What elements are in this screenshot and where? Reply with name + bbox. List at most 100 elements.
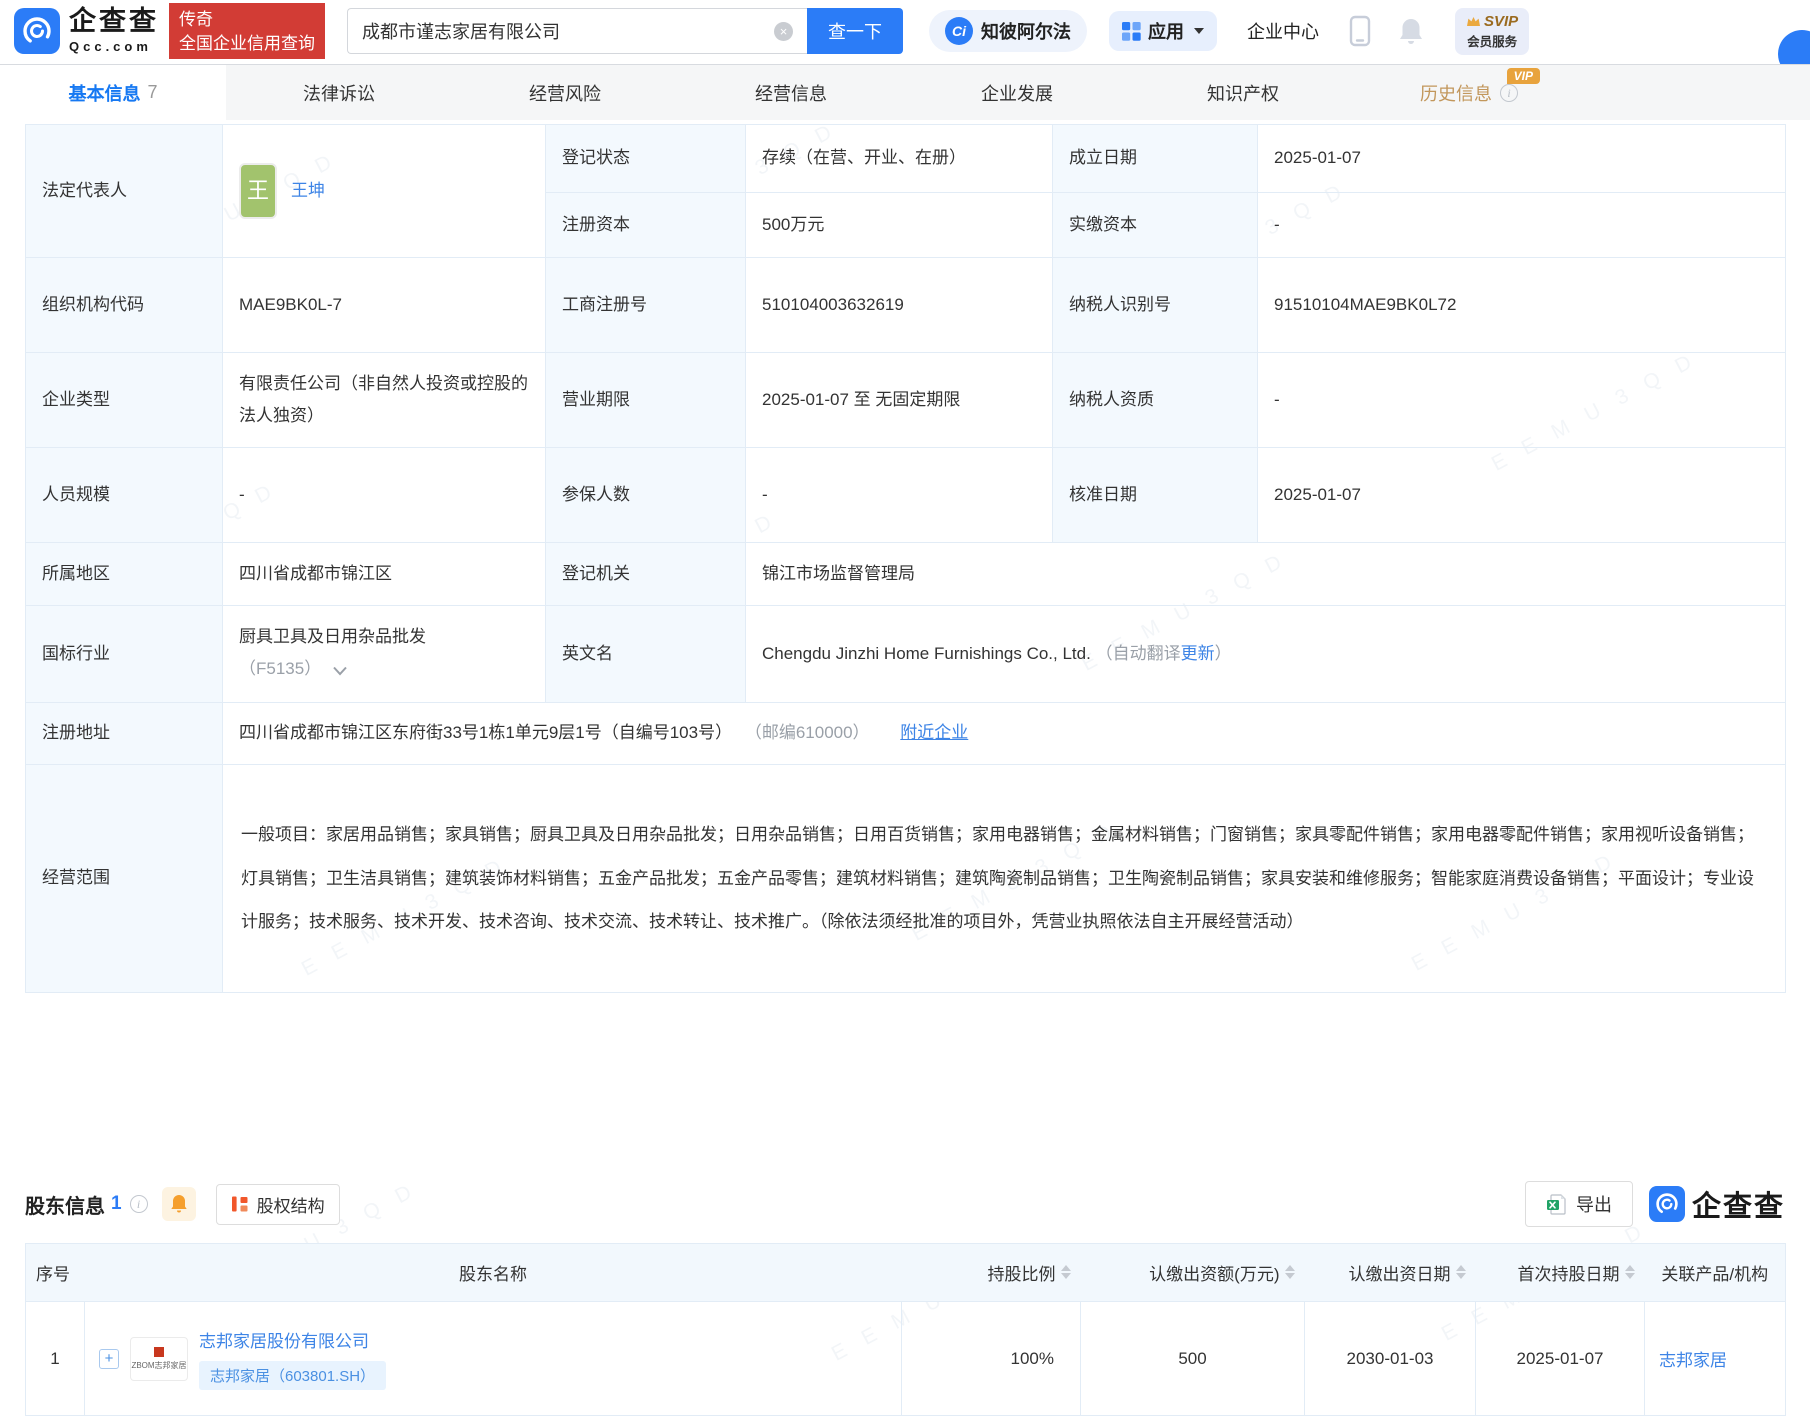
- mobile-app-icon[interactable]: [1349, 15, 1371, 47]
- taxpayer-qual-value: -: [1258, 353, 1786, 448]
- biz-scope-label: 经营范围: [26, 765, 223, 993]
- region-value: 四川省成都市锦江区: [223, 543, 546, 606]
- col-index: 序号: [26, 1244, 85, 1302]
- zbom-logo-mark: [154, 1347, 164, 1357]
- tab-basic-info[interactable]: 基本信息 7: [0, 65, 226, 120]
- est-date-value: 2025-01-07: [1258, 125, 1786, 193]
- tab-legal-litigation[interactable]: 法律诉讼: [226, 65, 452, 120]
- amount-cell: 500: [1081, 1302, 1305, 1416]
- expand-row-button[interactable]: +: [99, 1349, 119, 1369]
- first-hold-date-cell: 2025-01-07: [1476, 1302, 1645, 1416]
- tab-basic-count: 7: [147, 82, 157, 103]
- biz-reg-no-value: 510104003632619: [746, 258, 1053, 353]
- chevron-down-icon: [1194, 28, 1204, 34]
- tab-intellectual-property[interactable]: 知识产权: [1130, 65, 1356, 120]
- equity-structure-button[interactable]: 股权结构: [216, 1184, 340, 1225]
- zhibi-alpha-label: 知彼阿尔法: [981, 18, 1071, 44]
- est-date-label: 成立日期: [1053, 125, 1258, 193]
- reg-status-value: 存续（在营、开业、在册）: [746, 125, 1053, 193]
- vip-badge: VIP: [1507, 68, 1540, 84]
- approval-date-value: 2025-01-07: [1258, 448, 1786, 543]
- org-code-value: MAE9BK0L-7: [223, 258, 546, 353]
- svip-membership-button[interactable]: SVIP 会员服务: [1455, 8, 1529, 55]
- tab-history-info[interactable]: 历史信息 i VIP: [1356, 65, 1582, 120]
- shareholders-info-icon[interactable]: i: [130, 1195, 148, 1213]
- approval-date-label: 核准日期: [1053, 448, 1258, 543]
- zhibi-alpha-icon: Ci: [945, 17, 973, 45]
- svip-sublabel: 会员服务: [1466, 31, 1518, 50]
- biz-scope-value: 一般项目：家居用品销售；家具销售；厨具卫具及日用杂品批发；日用杂品销售；日用百货…: [223, 765, 1786, 993]
- shareholder-name-cell: + ZBOM志邦家居 志邦家居股份有限公司 志邦家居（603801.SH）: [85, 1302, 902, 1416]
- col-related-products: 关联产品/机构: [1645, 1244, 1786, 1302]
- postcode: （邮编610000）: [745, 723, 870, 742]
- subscribe-date-cell: 2030-01-03: [1305, 1302, 1476, 1416]
- biz-reg-no-label: 工商注册号: [546, 258, 746, 353]
- legal-rep-label: 法定代表人: [26, 125, 223, 258]
- sort-icon[interactable]: [1285, 1265, 1295, 1279]
- equity-structure-icon: [231, 1195, 249, 1213]
- english-name-value: Chengdu Jinzhi Home Furnishings Co., Ltd…: [746, 606, 1786, 703]
- legal-rep-avatar[interactable]: 王: [239, 163, 277, 219]
- tab-company-development[interactable]: 企业发展: [904, 65, 1130, 120]
- zhibi-alpha-link[interactable]: Ci 知彼阿尔法: [929, 10, 1087, 52]
- legal-rep-value: 王 王坤: [223, 125, 546, 258]
- search-bar: × 查一下: [347, 8, 903, 54]
- org-code-label: 组织机构代码: [26, 258, 223, 353]
- taxpayer-id-value: 91510104MAE9BK0L72: [1258, 258, 1786, 353]
- industry-label: 国标行业: [26, 606, 223, 703]
- reg-address-label: 注册地址: [26, 703, 223, 765]
- col-subscribe-date[interactable]: 认缴出资日期: [1305, 1244, 1476, 1302]
- brand-domain: Qcc.com: [69, 39, 159, 54]
- shareholder-name-link[interactable]: 志邦家居股份有限公司: [199, 1327, 369, 1352]
- qcc-logo[interactable]: 企查查 Qcc.com: [14, 8, 159, 54]
- reg-authority-label: 登记机关: [546, 543, 746, 606]
- sort-icon[interactable]: [1061, 1265, 1071, 1279]
- enterprise-center-link[interactable]: 企业中心: [1247, 18, 1319, 44]
- related-product-link[interactable]: 志邦家居: [1659, 1351, 1727, 1370]
- sort-icon[interactable]: [1625, 1265, 1635, 1279]
- region-label: 所属地区: [26, 543, 223, 606]
- industry-expand-chevron-icon[interactable]: [332, 655, 348, 687]
- search-button[interactable]: 查一下: [807, 8, 903, 54]
- shareholders-table-header-row: 序号 股东名称 持股比例 认缴出资额(万元) 认缴出资日期 首次持股日期 关联产…: [26, 1244, 1786, 1302]
- clear-search-icon[interactable]: ×: [774, 22, 793, 41]
- qcc-logo-icon: [14, 8, 60, 54]
- shareholders-title: 股东信息: [25, 1190, 105, 1219]
- shareholders-table: 序号 股东名称 持股比例 认缴出资额(万元) 认缴出资日期 首次持股日期 关联产…: [25, 1243, 1786, 1416]
- tab-operation-info[interactable]: 经营信息: [678, 65, 904, 120]
- export-button[interactable]: 导出: [1525, 1181, 1633, 1227]
- top-bar: 企查查 Qcc.com 传奇 全国企业信用查询 × 查一下 Ci 知彼阿尔法 应…: [0, 0, 1810, 62]
- shareholders-header: 股东信息 1 i 股权结构 导出: [25, 1181, 1785, 1227]
- tab-operation-risk[interactable]: 经营风险: [452, 65, 678, 120]
- biz-term-value: 2025-01-07 至 无固定期限: [746, 353, 1053, 448]
- shareholder-logo[interactable]: ZBOM志邦家居: [130, 1337, 188, 1381]
- search-input[interactable]: [347, 8, 807, 54]
- biz-term-label: 营业期限: [546, 353, 746, 448]
- nearby-companies-link[interactable]: 附近企业: [900, 723, 968, 742]
- translate-update-link[interactable]: 更新: [1181, 644, 1215, 663]
- col-first-hold-date[interactable]: 首次持股日期: [1476, 1244, 1645, 1302]
- staff-size-value: -: [223, 448, 546, 543]
- detail-tabs: 基本信息 7 法律诉讼 经营风险 经营信息 企业发展 知识产权 历史信息 i V…: [0, 64, 1810, 120]
- history-info-icon[interactable]: i: [1500, 84, 1518, 102]
- related-product-cell: 志邦家居: [1645, 1302, 1786, 1416]
- monitor-bell-button[interactable]: [162, 1187, 196, 1221]
- shareholder-stock-tag[interactable]: 志邦家居（603801.SH）: [199, 1361, 386, 1390]
- apps-menu[interactable]: 应用: [1109, 11, 1217, 51]
- qcc-watermark-icon: [1649, 1186, 1685, 1222]
- notifications-bell-icon[interactable]: [1397, 16, 1425, 46]
- industry-value: 厨具卫具及日用杂品批发 （F5135）: [223, 606, 546, 703]
- col-shareholder-name: 股东名称: [85, 1244, 902, 1302]
- paid-capital-value: -: [1258, 193, 1786, 258]
- english-name-label: 英文名: [546, 606, 746, 703]
- legal-rep-link[interactable]: 王坤: [291, 175, 325, 207]
- orange-bell-icon: [170, 1194, 188, 1214]
- reg-authority-value: 锦江市场监督管理局: [746, 543, 1786, 606]
- crown-icon: [1466, 16, 1481, 27]
- col-ratio[interactable]: 持股比例: [902, 1244, 1081, 1302]
- shareholder-row: 1 + ZBOM志邦家居 志邦家居股份有限公司 志邦家居（603801.SH） …: [26, 1302, 1786, 1416]
- promo-line2: 全国企业信用查询: [179, 32, 315, 56]
- col-subscribed-amount[interactable]: 认缴出资额(万元): [1081, 1244, 1305, 1302]
- sort-icon[interactable]: [1456, 1265, 1466, 1279]
- company-type-value: 有限责任公司（非自然人投资或控股的法人独资）: [223, 353, 546, 448]
